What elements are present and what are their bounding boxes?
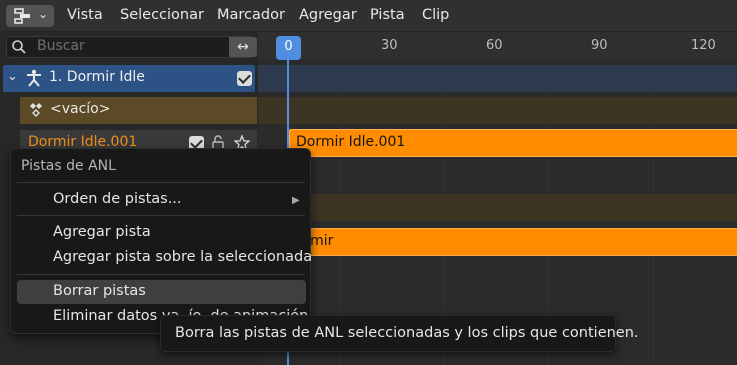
context-menu: Pistas de ANL Orden de pistas... ▶ Agreg… xyxy=(10,148,312,334)
tick-label: 120 xyxy=(691,38,716,53)
object-label: 1. Dormir Idle xyxy=(49,69,145,85)
action-slot-label: <vacío> xyxy=(50,101,111,117)
nla-clip[interactable]: ormir xyxy=(289,228,737,256)
menu-item-track-order[interactable]: Orden de pistas... xyxy=(53,191,182,207)
search-field[interactable]: Buscar ↔ xyxy=(6,36,257,58)
menu-title: Pistas de ANL xyxy=(21,158,116,174)
tick-label: 90 xyxy=(591,38,608,53)
object-channel-row[interactable]: ⌄ 1. Dormir Idle xyxy=(3,65,255,92)
action-strip xyxy=(258,194,737,221)
chevron-down-icon: ⌄ xyxy=(38,7,49,21)
tooltip: Borra las pistas de ANL seleccionadas y … xyxy=(160,315,639,352)
clip-label: Dormir Idle.001 xyxy=(296,134,406,150)
current-frame-indicator[interactable]: 0 xyxy=(276,36,301,60)
menu-seleccionar[interactable]: Seleccionar xyxy=(120,7,204,23)
time-ruler[interactable]: 30 60 90 120 xyxy=(258,32,737,60)
menu-agregar[interactable]: Agregar xyxy=(299,7,357,23)
menu-clip[interactable]: Clip xyxy=(422,7,449,23)
action-strip xyxy=(258,97,737,124)
header-menubar: ⌄ Vista Seleccionar Marcador Agregar Pis… xyxy=(0,0,737,32)
tick-label: 60 xyxy=(486,38,503,53)
chevron-down-icon[interactable]: ⌄ xyxy=(7,69,18,84)
menu-marcador[interactable]: Marcador xyxy=(217,7,285,23)
armature-icon xyxy=(27,69,41,87)
menu-item-add-track[interactable]: Agregar pista xyxy=(53,224,151,240)
search-icon xyxy=(12,40,26,54)
nla-editor-icon xyxy=(14,8,30,24)
tick-label: 30 xyxy=(381,38,398,53)
menu-vista[interactable]: Vista xyxy=(67,7,103,23)
menu-separator xyxy=(17,182,305,183)
action-slot-row[interactable]: <vacío> xyxy=(20,97,257,124)
search-input[interactable]: Buscar xyxy=(37,38,85,54)
action-icon xyxy=(30,103,42,117)
menu-item-add-track-above[interactable]: Agregar pista sobre la seleccionada xyxy=(53,249,312,265)
submenu-arrow-icon: ▶ xyxy=(292,195,300,206)
swap-arrows-icon[interactable]: ↔ xyxy=(229,37,257,57)
object-enable-checkbox[interactable] xyxy=(237,71,252,86)
menu-separator xyxy=(17,215,305,216)
tooltip-text: Borra las pistas de ANL seleccionadas y … xyxy=(175,325,639,341)
object-strip xyxy=(258,65,737,92)
editor-type-selector[interactable]: ⌄ xyxy=(6,5,54,27)
menu-item-delete-tracks[interactable]: Borrar pistas xyxy=(53,283,146,299)
menu-pista[interactable]: Pista xyxy=(370,7,405,23)
nla-clip[interactable]: Dormir Idle.001 xyxy=(289,129,737,157)
menu-separator xyxy=(17,274,305,275)
